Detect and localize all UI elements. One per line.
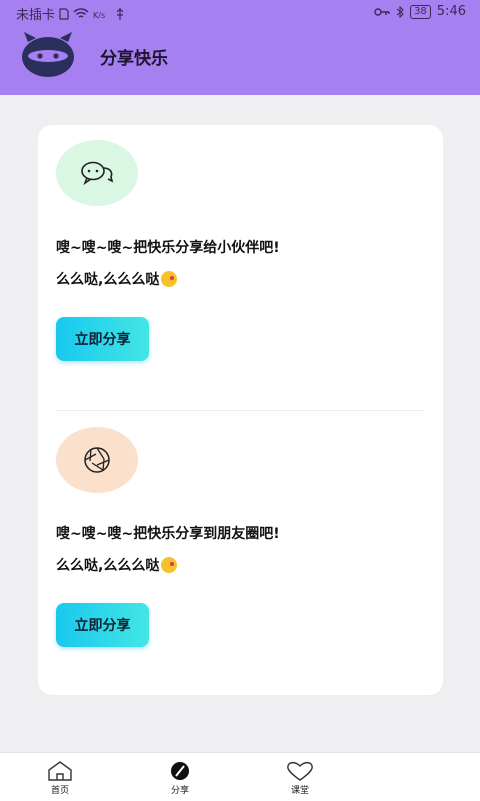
share-friends-text: 嗖~嗖~嗖~把快乐分享给小伙伴吧! bbox=[56, 240, 280, 256]
sim-icon bbox=[59, 7, 69, 20]
battery-indicator: 38 bbox=[410, 4, 431, 19]
camera-shutter-icon bbox=[84, 447, 110, 473]
share-moments-subtext-label: 么么哒,么么么哒 bbox=[56, 558, 160, 574]
heart-icon bbox=[287, 761, 313, 781]
compass-icon bbox=[171, 762, 189, 780]
share-moments-button[interactable]: 立即分享 bbox=[56, 603, 149, 647]
share-friends-subtext: 么么哒,么么么哒 bbox=[56, 269, 178, 289]
nav-label-home: 首页 bbox=[50, 786, 69, 796]
key-icon bbox=[374, 7, 390, 16]
divider bbox=[56, 410, 424, 411]
usb-icon bbox=[116, 7, 124, 20]
nav-item-share[interactable]: 分享 bbox=[150, 761, 210, 796]
nav-label-share: 分享 bbox=[170, 786, 189, 796]
carrier-label: 未插卡 bbox=[16, 8, 56, 23]
network-speed-icon: K/s bbox=[93, 11, 105, 20]
moments-icon-circle bbox=[56, 427, 138, 493]
wifi-icon bbox=[73, 7, 89, 18]
friends-icon-circle bbox=[56, 140, 138, 206]
bottom-nav: 首页 分享 课堂 bbox=[0, 752, 480, 801]
bluetooth-icon bbox=[396, 5, 404, 18]
share-friends-subtext-label: 么么哒,么么么哒 bbox=[56, 272, 160, 288]
status-bar: 未插卡 K/s 38 5:46 bbox=[0, 0, 480, 24]
kiss-emoji-icon bbox=[161, 271, 178, 287]
share-moments-subtext: 么么哒,么么么哒 bbox=[56, 555, 178, 575]
kiss-emoji-icon bbox=[161, 557, 178, 573]
home-icon bbox=[48, 761, 72, 781]
app-header: 未插卡 K/s 38 5:46 分享快乐 bbox=[0, 0, 480, 95]
nav-label-classroom: 课堂 bbox=[290, 786, 309, 796]
nav-item-classroom[interactable]: 课堂 bbox=[270, 761, 330, 796]
wechat-chat-icon bbox=[81, 161, 114, 186]
share-friends-button[interactable]: 立即分享 bbox=[56, 317, 149, 361]
nav-item-home[interactable]: 首页 bbox=[30, 761, 90, 796]
page-title: 分享快乐 bbox=[100, 49, 168, 69]
svg-text:K/s: K/s bbox=[93, 11, 105, 20]
share-card: 嗖~嗖~嗖~把快乐分享给小伙伴吧! 么么哒,么么么哒 立即分享 嗖~嗖~嗖~把快… bbox=[38, 125, 443, 695]
mascot-logo-icon bbox=[22, 32, 74, 77]
clock: 5:46 bbox=[436, 4, 466, 19]
share-moments-text: 嗖~嗖~嗖~把快乐分享到朋友圈吧! bbox=[56, 526, 280, 542]
